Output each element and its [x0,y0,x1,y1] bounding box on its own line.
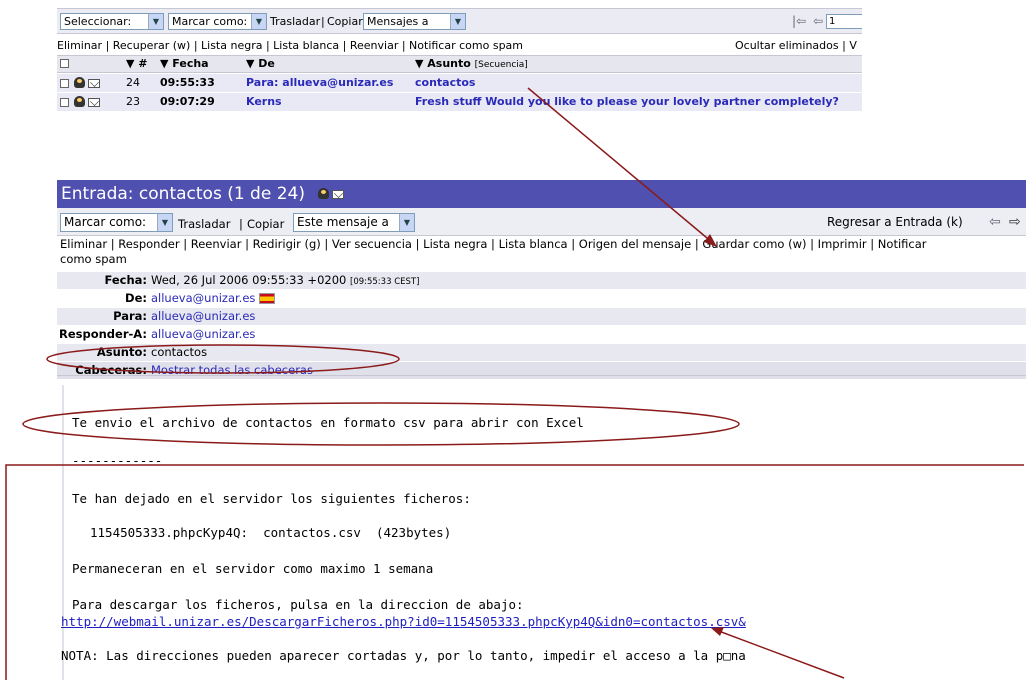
body-line-2: Te han dejado en el servidor los siguien… [72,491,471,506]
mark-as-dropdown[interactable]: Marcar como: ▼ [60,213,173,232]
person-icon [74,77,85,88]
header-reply-label: Responder-A: [58,327,147,341]
from-address-link[interactable]: allueva@unizar.es [151,291,255,305]
row-subject[interactable]: Fresh stuff Would you like to please you… [415,93,839,111]
prev-message-icon[interactable]: ⇦ [989,214,1001,230]
column-subject-sequence[interactable]: [Secuencia] [475,60,528,70]
row-subject[interactable]: contactos [415,74,475,92]
header-reply-to: Responder-A: allueva@unizar.es [57,326,1026,343]
column-date[interactable]: ▼ Fecha [160,56,209,72]
row-from[interactable]: Kerns [246,93,282,111]
list-actions-links[interactable]: Eliminar | Recuperar (w) | Lista negra |… [57,39,523,52]
message-actions-line1[interactable]: Eliminar | Responder | Reenviar | Rediri… [60,237,1024,252]
header-headers-label: Cabeceras: [75,363,147,377]
row-checkbox[interactable] [60,79,69,88]
list-actions: Eliminar | Recuperar (w) | Lista negra |… [57,37,862,55]
next-message-icon[interactable]: ⇨ [1009,214,1021,230]
person-icon [318,188,330,199]
back-to-inbox-link[interactable]: Regresar a Entrada (k) [827,215,963,229]
column-num[interactable]: ▼ # [126,56,148,72]
spain-flag-icon [259,293,276,304]
row-from[interactable]: Para: allueva@unizar.es [246,74,393,92]
header-subject-label: Asunto: [96,345,147,359]
header-date: Fecha: Wed, 26 Jul 2006 09:55:33 +0200 [… [57,272,1026,289]
header-to-label: Para: [113,309,147,323]
header-from-label: De: [125,291,147,305]
message-list-panel: Seleccionar: ▼ Marcar como: ▼ Trasladar … [57,8,862,120]
toolbar-divider: | [321,15,325,28]
message-title-bar: Entrada: contactos (1 de 24) [57,180,1026,208]
body-note: NOTA: Las direcciones pueden aparecer co… [61,648,746,663]
folder-dropdown[interactable]: Mensajes a ▼ [363,13,466,30]
body-line-5: Para descargar los ficheros, pulsa en la… [72,597,524,612]
body-line-4: Permaneceran en el servidor como maximo … [72,561,434,576]
download-link[interactable]: http://webmail.unizar.es/DescargarFicher… [61,614,746,629]
copy-button[interactable]: Copiar [327,15,363,28]
list-header: ▼ # ▼ Fecha ▼ De ▼ Asunto [Secuencia] [57,55,862,73]
header-date-label: Fecha: [104,273,147,287]
chevron-down-icon: ▼ [251,14,266,29]
body-divider [57,375,1026,376]
copy-button[interactable]: Copiar [247,217,284,231]
date-value-text: Wed, 26 Jul 2006 09:55:33 +0200 [151,273,347,287]
body-line-1: Te envio el archivo de contactos en form… [72,415,584,430]
mark-as-label: Marcar como: [172,15,248,28]
row-time: 09:07:29 [160,95,215,108]
row-num: 24 [126,76,140,89]
column-subject-label: ▼ Asunto [415,57,471,70]
prev-page-icon[interactable]: ⇦ [813,14,823,28]
move-to-folder-dropdown[interactable]: Este mensaje a ▼ [293,213,415,232]
message-actions: Eliminar | Responder | Reenviar | Rediri… [60,237,1024,267]
row-checkbox[interactable] [60,98,69,107]
date-local-time: [09:55:33 CEST] [350,277,420,287]
header-from: De: allueva@unizar.es [57,290,1026,307]
message-body: Te envio el archivo de contactos en form… [61,385,1026,680]
list-toolbar: Seleccionar: ▼ Marcar como: ▼ Trasladar … [57,8,862,34]
person-icon [74,96,85,107]
header-date-value: Wed, 26 Jul 2006 09:55:33 +0200 [09:55:3… [151,272,419,291]
page-number-input[interactable]: 1 [826,14,862,29]
header-to-value[interactable]: allueva@unizar.es [151,308,255,325]
header-subject: Asunto: contactos [57,344,1026,361]
folder-dropdown-value: Mensajes a [367,15,429,28]
column-from[interactable]: ▼ De [246,56,275,72]
envelope-icon [88,98,100,107]
row-time: 09:55:33 [160,76,215,89]
first-page-icon[interactable]: |⇦ [792,14,806,28]
message-title: Entrada: contactos (1 de 24) [61,184,305,204]
body-separator: ------------ [72,453,163,468]
envelope-icon [88,79,100,88]
chevron-down-icon: ▼ [399,214,414,231]
body-line-3: 1154505333.phpcKyp4Q: contactos.csv (423… [90,525,452,540]
mark-as-label: Marcar como: [64,215,147,229]
header-from-value: allueva@unizar.es [151,290,276,307]
header-subject-value: contactos [151,345,208,359]
column-subject[interactable]: ▼ Asunto [Secuencia] [415,56,528,73]
chevron-down-icon: ▼ [450,14,465,29]
select-dropdown-label: Seleccionar: [64,15,132,28]
header-headers: Cabeceras: Mostrar todas las cabeceras [57,362,1026,379]
mark-as-dropdown[interactable]: Marcar como: ▼ [168,13,267,30]
header-to: Para: allueva@unizar.es [57,308,1026,325]
header-reply-value[interactable]: allueva@unizar.es [151,326,255,343]
table-row[interactable]: 23 09:07:29 Kerns Fresh stuff Would you … [57,93,862,111]
row-num: 23 [126,95,140,108]
toolbar-divider: | [239,217,243,231]
hide-deleted-link[interactable]: Ocultar eliminados | V [735,37,857,55]
move-button[interactable]: Trasladar [270,15,320,28]
chevron-down-icon: ▼ [148,14,163,29]
select-all-checkbox[interactable] [60,59,69,68]
message-toolbar: Marcar como: ▼ Trasladar | Copiar Este m… [57,208,1026,236]
select-dropdown[interactable]: Seleccionar: ▼ [60,13,164,30]
title-icons [316,187,346,201]
chevron-down-icon: ▼ [157,214,172,231]
message-actions-line2[interactable]: como spam [60,252,1024,267]
show-all-headers-link[interactable]: Mostrar todas las cabeceras [151,362,313,379]
message-view-panel: Entrada: contactos (1 de 24) Marcar como… [57,180,1026,680]
move-button[interactable]: Trasladar [178,217,230,231]
table-row[interactable]: 24 09:55:33 Para: allueva@unizar.es cont… [57,74,862,92]
envelope-icon [332,190,345,199]
move-to-folder-value: Este mensaje a [297,215,389,229]
